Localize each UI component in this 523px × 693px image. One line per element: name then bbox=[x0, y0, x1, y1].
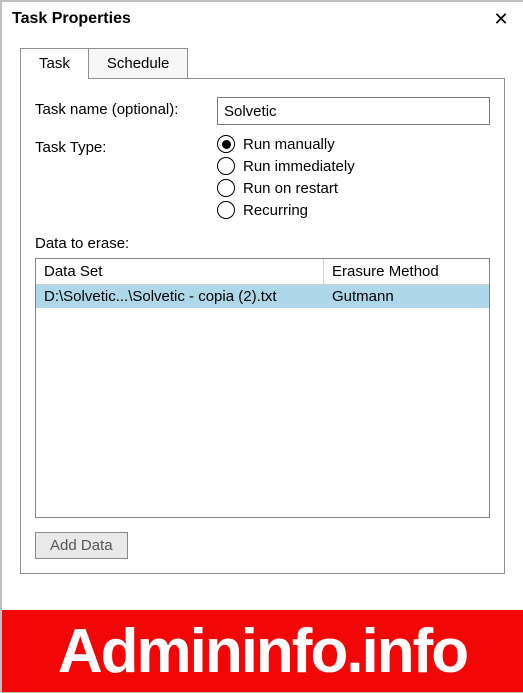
radio-run-immediately-label[interactable]: Run immediately bbox=[243, 158, 355, 175]
radio-recurring[interactable] bbox=[217, 201, 235, 219]
radio-run-on-restart-label[interactable]: Run on restart bbox=[243, 180, 338, 197]
cell-erasure-method: Gutmann bbox=[324, 285, 489, 308]
cell-data-set: D:\Solvetic...\Solvetic - copia (2).txt bbox=[36, 285, 324, 308]
radio-run-manually-label[interactable]: Run manually bbox=[243, 136, 335, 153]
column-header-erasure-method[interactable]: Erasure Method bbox=[324, 259, 489, 284]
tab-strip: Task Schedule bbox=[20, 48, 505, 79]
task-type-label: Task Type: bbox=[35, 135, 217, 156]
table-row[interactable]: D:\Solvetic...\Solvetic - copia (2).txt … bbox=[36, 285, 489, 308]
column-header-data-set[interactable]: Data Set bbox=[36, 259, 324, 284]
radio-run-manually[interactable] bbox=[217, 135, 235, 153]
radio-recurring-label[interactable]: Recurring bbox=[243, 202, 308, 219]
watermark-text: Admininfo.info bbox=[58, 616, 467, 687]
tab-task[interactable]: Task bbox=[20, 48, 89, 79]
tab-panel-task: Task name (optional): Task Type: Run man… bbox=[20, 79, 505, 574]
radio-run-on-restart[interactable] bbox=[217, 179, 235, 197]
close-icon[interactable]: ✕ bbox=[489, 7, 513, 31]
add-data-button[interactable]: Add Data bbox=[35, 532, 128, 559]
window-title: Task Properties bbox=[12, 10, 131, 28]
radio-run-immediately[interactable] bbox=[217, 157, 235, 175]
watermark-overlay: Admininfo.info bbox=[2, 610, 523, 692]
task-name-input[interactable] bbox=[217, 97, 490, 125]
data-grid[interactable]: Data Set Erasure Method D:\Solvetic...\S… bbox=[35, 258, 490, 518]
tab-schedule[interactable]: Schedule bbox=[88, 48, 189, 78]
task-name-label: Task name (optional): bbox=[35, 97, 217, 118]
data-to-erase-label: Data to erase: bbox=[35, 235, 490, 252]
